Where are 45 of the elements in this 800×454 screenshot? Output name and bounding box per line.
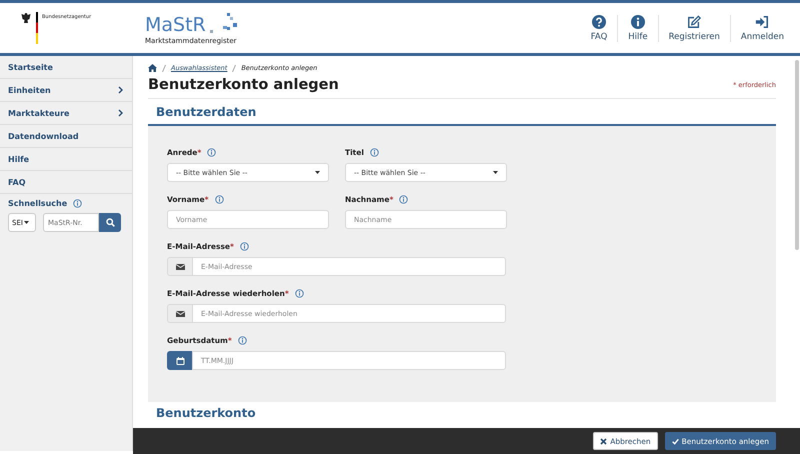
info-icon[interactable] <box>294 289 304 298</box>
nav-button[interactable]: Registrieren <box>658 14 730 42</box>
close-icon <box>600 438 608 444</box>
help-icon <box>592 14 606 28</box>
info-icon[interactable] <box>370 148 379 157</box>
edit-icon <box>687 14 702 28</box>
info-icon[interactable] <box>399 195 408 204</box>
sidebar-item[interactable]: Hilfe <box>0 148 132 171</box>
sidebar-item[interactable]: Startseite <box>0 56 132 79</box>
info-icon[interactable] <box>73 199 82 208</box>
home-icon[interactable] <box>148 64 157 72</box>
caret-icon <box>493 170 498 174</box>
nav-button[interactable]: Anmelden <box>730 14 794 42</box>
info-icon <box>630 14 645 28</box>
calendar-icon <box>176 356 184 364</box>
section-heading: Benutzerkonto <box>155 405 257 420</box>
search-icon <box>106 218 114 227</box>
separator-icon <box>162 64 166 72</box>
flag-stripe <box>36 12 38 44</box>
envelope-icon <box>176 310 184 318</box>
chevron-icon <box>118 109 124 117</box>
info-icon[interactable] <box>238 336 247 345</box>
eagle-icon <box>20 12 32 24</box>
login-icon <box>755 14 770 28</box>
info-icon[interactable] <box>214 195 224 204</box>
envelope-icon <box>176 262 184 270</box>
check-icon <box>672 438 679 444</box>
sidebar-item[interactable]: Datendownload <box>0 125 132 148</box>
info-icon[interactable] <box>240 242 249 251</box>
sidebar-item[interactable]: Einheiten <box>0 79 132 102</box>
search-button[interactable] <box>99 213 121 232</box>
sidebar-item[interactable]: FAQ <box>0 171 132 194</box>
scrollbar[interactable] <box>795 60 799 250</box>
page-title: Benutzerkonto anlegen <box>148 77 339 93</box>
separator-icon <box>232 64 236 72</box>
logo-title: MaStR <box>145 16 206 35</box>
quick-search-label: Schnellsuche <box>8 199 68 208</box>
caret-icon <box>315 170 320 174</box>
nav-button[interactable]: FAQ <box>580 14 618 42</box>
nav-button[interactable]: Hilfe <box>617 14 658 42</box>
chevron-icon <box>118 86 124 94</box>
logo-squares-icon <box>210 13 240 35</box>
info-icon[interactable] <box>207 148 216 157</box>
caret-icon <box>24 220 29 224</box>
sidebar-item[interactable]: Marktakteure <box>0 102 132 125</box>
